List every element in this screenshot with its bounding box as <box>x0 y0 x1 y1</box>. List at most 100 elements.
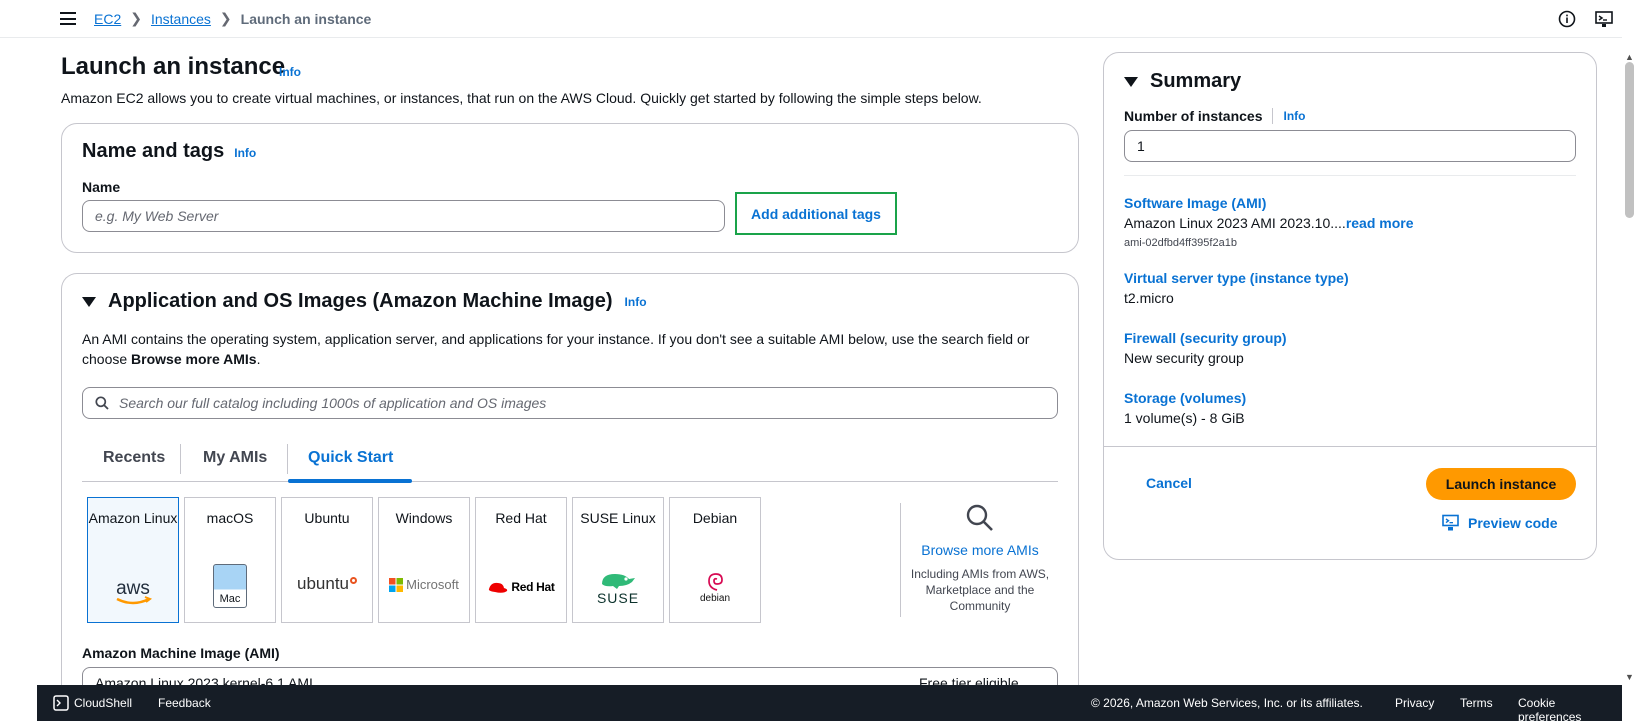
ami-search-placeholder: Search our full catalog including 1000s … <box>119 395 547 411</box>
firewall-link[interactable]: Firewall (security group) <box>1124 328 1287 348</box>
tab-my-amis[interactable]: My AMIs <box>203 449 267 467</box>
copyright-text: © 2026, Amazon Web Services, Inc. or its… <box>1091 696 1363 710</box>
hamburger-menu-icon[interactable] <box>60 12 76 25</box>
terms-link[interactable]: Terms <box>1460 696 1493 710</box>
read-more-link[interactable]: read more <box>1346 215 1414 231</box>
software-image-value: Amazon Linux 2023 AMI 2023.10.... <box>1124 215 1346 231</box>
collapse-caret-icon[interactable] <box>1124 76 1138 87</box>
chevron-right-icon: ❯ <box>219 10 232 26</box>
name-input[interactable]: e.g. My Web Server <box>82 200 725 232</box>
os-card-ubuntu[interactable]: Ubuntu ubuntu <box>281 497 373 623</box>
instance-type-link[interactable]: Virtual server type (instance type) <box>1124 268 1349 288</box>
summary-heading: Summary <box>1150 70 1242 92</box>
name-and-tags-panel: Name and tags Info Name e.g. My Web Serv… <box>61 123 1079 253</box>
ubuntu-logo-icon: ubuntu <box>282 574 372 594</box>
page-info-link[interactable]: Info <box>279 65 301 79</box>
scroll-up-arrow-icon[interactable]: ▲ <box>1625 52 1634 62</box>
instance-type-value: t2.micro <box>1124 290 1174 306</box>
suse-logo-icon: SUSE <box>573 570 663 606</box>
cloudshell-link[interactable]: CloudShell <box>74 696 132 710</box>
active-tab-indicator <box>288 479 412 483</box>
os-card-label: SUSE Linux <box>580 510 656 526</box>
ami-description: An AMI contains the operating system, ap… <box>82 329 1042 369</box>
os-card-label: Debian <box>692 510 738 526</box>
num-instances-value: 1 <box>1137 138 1145 154</box>
num-instances-input[interactable]: 1 <box>1124 130 1576 162</box>
name-input-placeholder: e.g. My Web Server <box>95 208 219 224</box>
num-instances-label: Number of instances <box>1124 108 1263 124</box>
os-card-label: Ubuntu <box>304 510 350 526</box>
microsoft-logo-text: Microsoft <box>406 577 459 592</box>
firewall-value: New security group <box>1124 350 1244 366</box>
num-instances-info-link[interactable]: Info <box>1283 109 1305 123</box>
debian-logo-icon: debian <box>670 571 760 604</box>
name-and-tags-heading: Name and tags <box>82 140 225 162</box>
breadcrumb: EC2 ❯ Instances ❯ Launch an instance <box>94 10 371 27</box>
browse-more-amis-link[interactable]: Browse more AMIs <box>910 542 1050 558</box>
software-image-link[interactable]: Software Image (AMI) <box>1124 193 1414 213</box>
os-card-label: Amazon Linux <box>88 510 178 526</box>
page-scrollbar[interactable]: ▲ ▼ <box>1622 52 1637 682</box>
browse-divider <box>900 503 901 617</box>
os-card-windows[interactable]: Windows Microsoft <box>378 497 470 623</box>
ami-description-bold: Browse more AMIs <box>131 351 257 367</box>
breadcrumb-instances[interactable]: Instances <box>151 11 211 27</box>
breadcrumb-current: Launch an instance <box>240 10 372 27</box>
scroll-down-arrow-icon[interactable]: ▼ <box>1625 672 1634 682</box>
debian-logo-text: debian <box>699 593 731 604</box>
preview-code-icon <box>1442 514 1459 531</box>
cloudshell-footer-icon <box>53 695 69 711</box>
ami-description-end: . <box>256 351 261 367</box>
ami-select-label: Amazon Machine Image (AMI) <box>82 645 280 661</box>
tab-quick-start[interactable]: Quick Start <box>308 449 393 467</box>
tab-divider <box>287 444 288 474</box>
info-circle-icon[interactable] <box>1558 10 1576 28</box>
mac-logo-icon: Mac <box>185 564 275 608</box>
storage-link[interactable]: Storage (volumes) <box>1124 388 1246 408</box>
feedback-link[interactable]: Feedback <box>158 696 211 710</box>
collapse-caret-icon[interactable] <box>82 296 96 307</box>
ubuntu-logo-text: ubuntu <box>297 574 349 593</box>
cookie-preferences-link[interactable]: Cookie preferences <box>1518 696 1622 721</box>
svg-text:aws: aws <box>116 578 150 599</box>
top-navigation: EC2 ❯ Instances ❯ Launch an instance <box>0 0 1622 38</box>
os-card-macos[interactable]: macOS Mac <box>184 497 276 623</box>
microsoft-logo-icon: Microsoft <box>379 577 469 592</box>
summary-actions-divider <box>1104 446 1596 447</box>
ami-tabs: Recents My AMIs Quick Start <box>82 442 1058 483</box>
breadcrumb-ec2[interactable]: EC2 <box>94 11 121 27</box>
os-card-label: macOS <box>206 510 254 526</box>
cancel-button[interactable]: Cancel <box>1146 475 1192 491</box>
preview-code-button[interactable]: Preview code <box>1442 514 1558 532</box>
tab-recents[interactable]: Recents <box>103 449 165 467</box>
suse-logo-text: SUSE <box>596 590 640 606</box>
cloudshell-icon[interactable] <box>1595 10 1613 28</box>
tab-divider <box>180 444 181 474</box>
ami-search-input[interactable]: Search our full catalog including 1000s … <box>82 387 1058 419</box>
mac-logo-text: Mac <box>219 593 241 605</box>
os-card-label: Windows <box>395 510 453 526</box>
redhat-logo-icon: Red Hat <box>476 580 566 594</box>
ami-heading: Application and OS Images (Amazon Machin… <box>108 290 613 312</box>
browse-more-amis-subtext: Including AMIs from AWS, Marketplace and… <box>910 567 1050 613</box>
ubuntu-circle-icon <box>350 576 357 584</box>
launch-instance-button[interactable]: Launch instance <box>1426 468 1576 500</box>
os-card-suse-linux[interactable]: SUSE Linux SUSE <box>572 497 664 623</box>
os-card-amazon-linux[interactable]: Amazon Linux aws <box>87 497 179 623</box>
add-additional-tags-button[interactable]: Add additional tags <box>735 192 897 235</box>
label-divider <box>1272 108 1274 124</box>
summary-divider <box>1124 175 1576 176</box>
preview-code-label: Preview code <box>1468 515 1558 531</box>
privacy-link[interactable]: Privacy <box>1395 696 1434 710</box>
ami-info-link[interactable]: Info <box>625 295 647 309</box>
os-card-debian[interactable]: Debian debian <box>669 497 761 623</box>
ami-id: ami-02dfbd4ff395f2a1b <box>1124 237 1237 249</box>
scrollbar-thumb[interactable] <box>1625 62 1634 218</box>
footer: CloudShell Feedback © 2026, Amazon Web S… <box>37 685 1622 721</box>
page-description: Amazon EC2 allows you to create virtual … <box>61 90 982 106</box>
browse-more-amis[interactable]: Browse more AMIs Including AMIs from AWS… <box>910 503 1050 614</box>
os-card-red-hat[interactable]: Red Hat Red Hat <box>475 497 567 623</box>
storage-value: 1 volume(s) - 8 GiB <box>1124 410 1245 426</box>
name-and-tags-info-link[interactable]: Info <box>234 146 256 160</box>
search-icon <box>95 396 109 410</box>
